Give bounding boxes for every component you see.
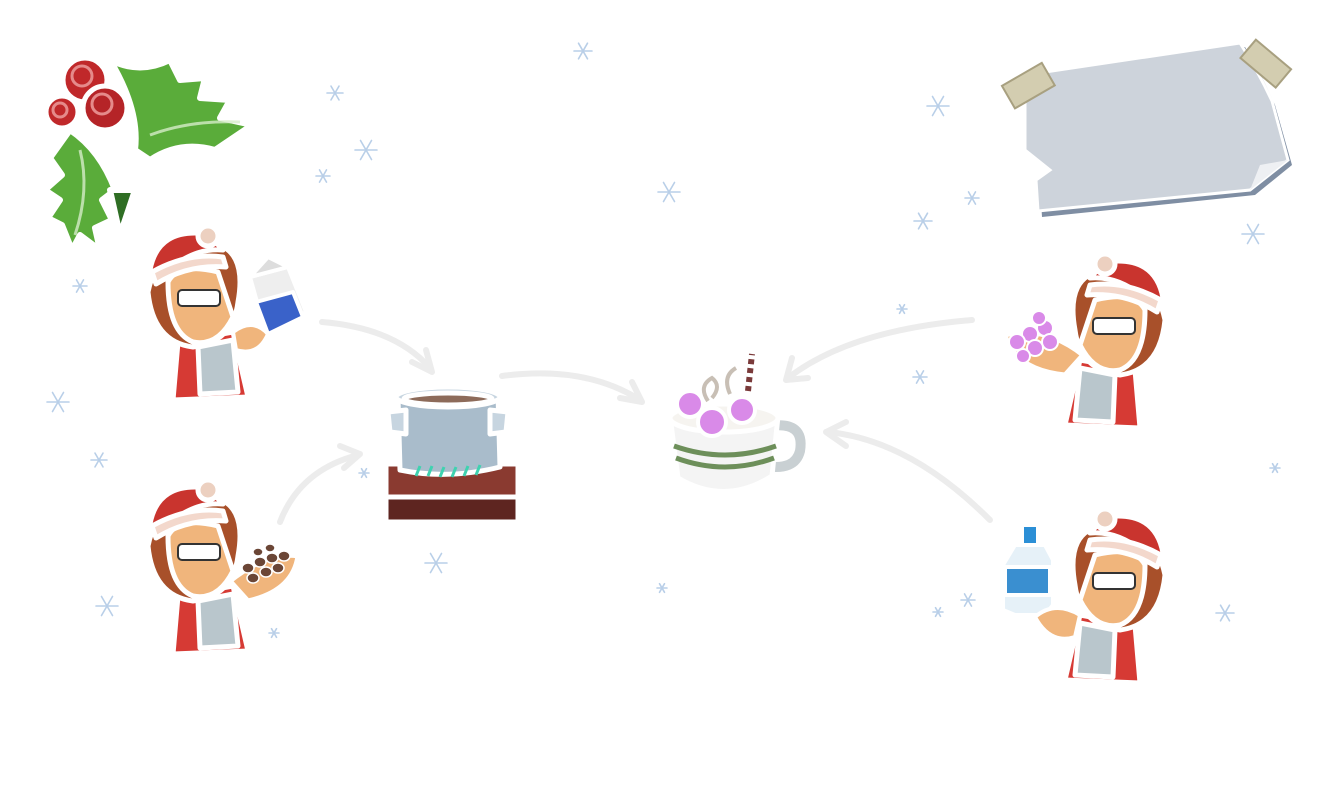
hot-chocolate-mug-icon: [667, 353, 806, 494]
chef-marshmallow: [1002, 251, 1168, 430]
game-scene: [0, 0, 1325, 804]
pot-on-stove-icon: [383, 384, 521, 525]
arrow-milk-to-pot: [319, 319, 435, 375]
arrow-water-to-mug: [823, 419, 993, 523]
chef-milk: [145, 223, 308, 402]
chef-chocolate: [145, 477, 301, 656]
note-card: [1000, 38, 1293, 217]
milk-carton-icon: [248, 255, 308, 336]
chef-water: [1001, 506, 1168, 685]
arrow-marshmallow-to-mug: [783, 317, 975, 383]
holly-icon: [42, 55, 255, 250]
arrow-pot-to-mug: [499, 370, 645, 405]
